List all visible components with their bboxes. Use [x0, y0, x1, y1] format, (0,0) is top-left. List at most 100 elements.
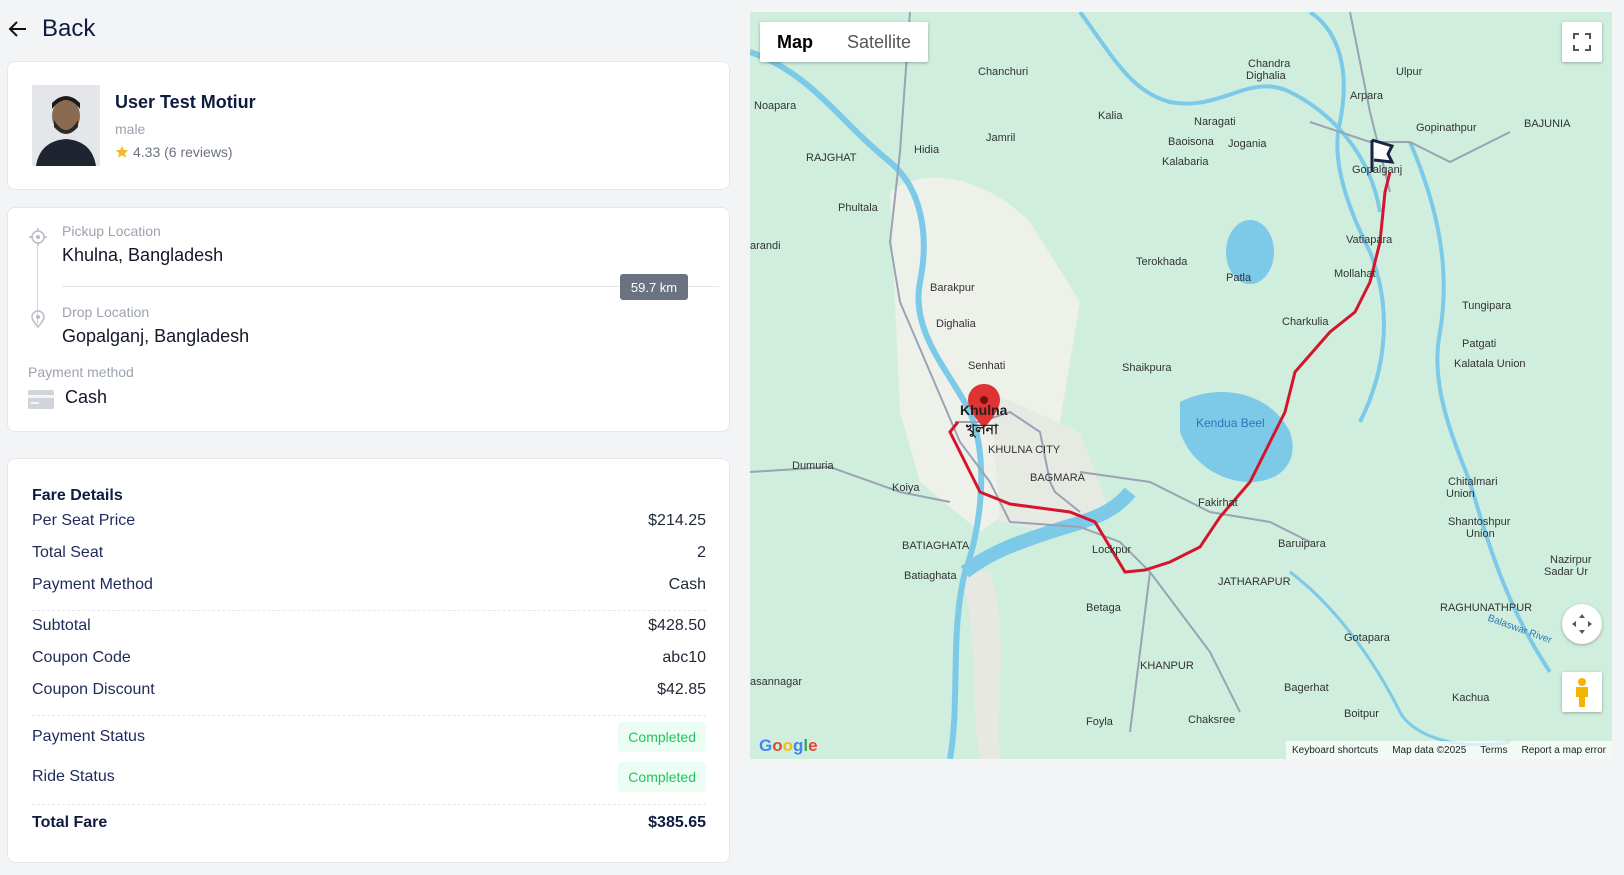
fare-label: Coupon Discount — [32, 681, 155, 698]
place-label: Hidia — [914, 144, 940, 156]
tab-map[interactable]: Map — [760, 22, 830, 62]
payment-label: Payment method — [28, 364, 134, 380]
place-label: Gotapara — [1344, 632, 1390, 644]
pegman-icon — [1576, 678, 1588, 707]
fare-row-per-seat: Per Seat Price $214.25 — [32, 512, 706, 530]
place-label: Chitalmari — [1448, 476, 1498, 488]
place-label: Naragati — [1194, 116, 1236, 128]
report-error-link[interactable]: Report a map error — [1522, 745, 1606, 756]
place-label: RAJGHAT — [806, 152, 857, 164]
place-label: Dumuria — [792, 460, 834, 472]
avatar — [32, 85, 100, 166]
user-name: User Test Motiur — [115, 92, 256, 112]
fare-value: Cash — [668, 576, 706, 593]
place-label: Terokhada — [1136, 256, 1188, 268]
place-label: Baoisona — [1168, 136, 1214, 148]
fare-row-coupon-discount: Coupon Discount $42.85 — [32, 681, 706, 699]
drop-value: Gopalganj, Bangladesh — [62, 326, 250, 346]
arrow-left-icon — [8, 21, 26, 37]
fare-label: Payment Status — [32, 728, 145, 745]
place-label: arandi — [750, 240, 781, 252]
place-label: খুলনা — [966, 421, 999, 437]
fare-row-ride-status: Ride Status Completed — [32, 761, 706, 793]
place-label: Gopalganj — [1352, 164, 1403, 176]
place-label: Kachua — [1452, 692, 1490, 704]
place-label: Chaksree — [1188, 714, 1236, 726]
fullscreen-button[interactable] — [1562, 22, 1602, 62]
place-label: Noapara — [754, 100, 797, 112]
back-label: Back — [42, 15, 96, 42]
route-card: Pickup Location Khulna, Bangladesh 59.7 … — [7, 207, 730, 432]
place-label: Charkulia — [1282, 316, 1329, 328]
place-label: Shaikpura — [1122, 362, 1172, 374]
fare-row-total-seat: Total Seat 2 — [32, 544, 706, 562]
place-label: Batiaghata — [904, 570, 957, 582]
fare-divider — [32, 804, 706, 805]
place-label: Fakirhat — [1198, 497, 1238, 509]
place-label: Kalia — [1098, 110, 1123, 122]
tab-satellite[interactable]: Satellite — [830, 22, 928, 62]
payment-status-badge: Completed — [618, 722, 706, 752]
fare-value: abc10 — [662, 649, 706, 666]
place-label: Tungipara — [1462, 300, 1512, 312]
fare-label: Per Seat Price — [32, 512, 136, 529]
place-label: Arpara — [1350, 90, 1384, 102]
place-label: Boitpur — [1344, 708, 1379, 720]
fare-row-coupon-code: Coupon Code abc10 — [32, 649, 706, 667]
fare-row-payment-status: Payment Status Completed — [32, 721, 706, 753]
place-label: Kalatala Union — [1454, 358, 1526, 370]
fare-label: Coupon Code — [32, 649, 131, 666]
fare-row-total: Total Fare $385.65 — [32, 814, 706, 832]
fare-label: Ride Status — [32, 768, 115, 785]
place-label: Foyla — [1086, 716, 1113, 728]
fare-label: Subtotal — [32, 617, 91, 634]
place-label: Koiya — [892, 482, 920, 494]
place-label: Union — [1466, 528, 1495, 540]
star-icon — [115, 145, 129, 158]
drop-label: Drop Location — [62, 304, 150, 320]
fare-value: $428.50 — [648, 617, 706, 634]
fullscreen-icon — [1573, 33, 1591, 51]
place-label: BATIAGHATA — [902, 540, 970, 552]
pegman-button[interactable] — [1562, 672, 1602, 712]
fare-value: $42.85 — [657, 681, 706, 698]
user-gender: male — [115, 121, 146, 137]
place-label: Bagerhat — [1284, 682, 1329, 694]
place-label: Lockpur — [1092, 544, 1132, 556]
payment-value: Cash — [65, 387, 108, 407]
place-label: Ulpur — [1396, 66, 1423, 78]
route-map[interactable]: Khulna খুলনা Gopalganj Chanchuri Chandra… — [750, 12, 1612, 759]
place-label: Baruipara — [1278, 538, 1326, 550]
place-label: KHULNA CITY — [988, 444, 1061, 456]
terms-link[interactable]: Terms — [1480, 745, 1507, 756]
fare-divider — [32, 610, 706, 611]
place-label: Dighalia — [936, 318, 976, 330]
camera-control-button[interactable] — [1562, 604, 1602, 644]
place-label: Dighalia — [1246, 70, 1286, 82]
place-label: Kendua Beel — [1196, 416, 1265, 430]
fare-title: Fare Details — [32, 487, 123, 504]
place-label: Chanchuri — [978, 66, 1029, 78]
pickup-label: Pickup Location — [62, 223, 161, 239]
user-rating: 4.33 (6 reviews) — [115, 144, 233, 160]
user-card: User Test Motiur male 4.33 (6 reviews) — [7, 61, 730, 190]
place-label: asannagar — [750, 676, 802, 688]
total-label: Total Fare — [32, 814, 108, 831]
place-label: Kalabaria — [1162, 156, 1209, 168]
keyboard-shortcuts-link[interactable]: Keyboard shortcuts — [1292, 745, 1378, 756]
map-data-text: Map data ©2025 — [1392, 744, 1467, 756]
place-label: Betaga — [1086, 602, 1121, 614]
place-label: Shantoshpur — [1448, 516, 1511, 528]
place-label: KHANPUR — [1140, 660, 1194, 672]
place-label: Nazirpur — [1550, 554, 1592, 566]
back-button[interactable]: Back — [8, 12, 95, 46]
place-label: Jamril — [986, 132, 1016, 144]
rating-text: 4.33 (6 reviews) — [133, 144, 233, 160]
fare-value: 2 — [697, 544, 706, 561]
distance-badge: 59.7 km — [620, 274, 688, 300]
place-label: Khulna — [960, 402, 1008, 418]
place-label: BAGMARA — [1030, 472, 1086, 484]
place-label: Gopinathpur — [1416, 122, 1477, 134]
place-label: Barakpur — [930, 282, 975, 294]
fare-label: Payment Method — [32, 576, 153, 593]
